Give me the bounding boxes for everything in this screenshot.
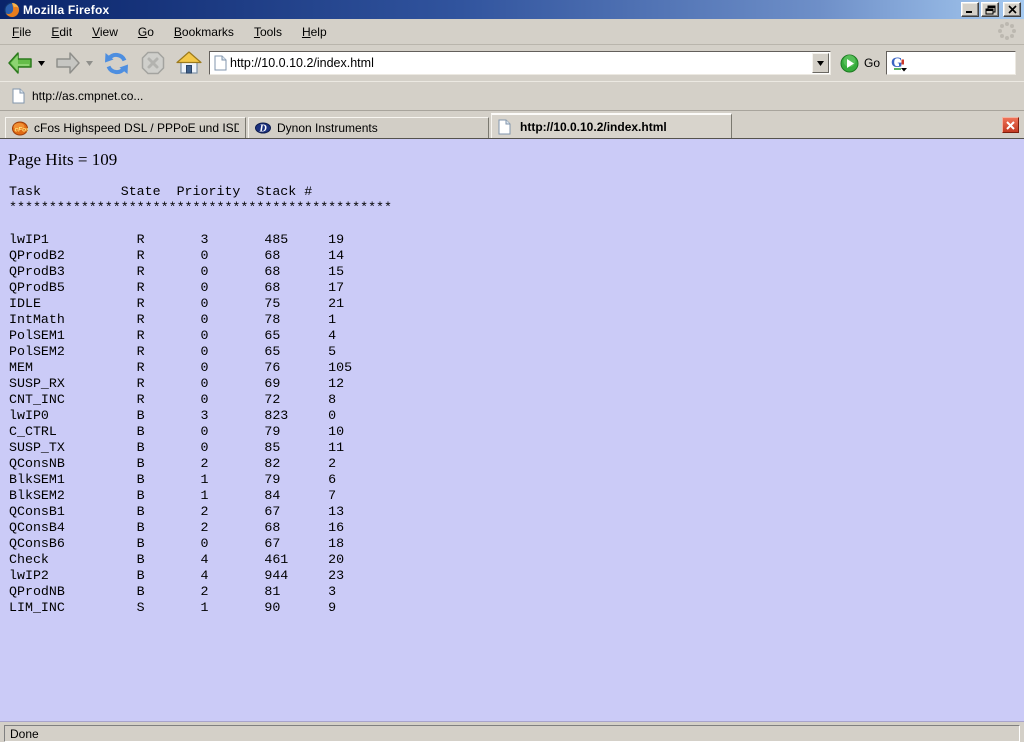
bookmark-item[interactable]: http://as.cmpnet.co... <box>4 85 151 107</box>
menu-edit[interactable]: Edit <box>41 21 82 43</box>
tab-label: http://10.0.10.2/index.html <box>520 120 725 134</box>
firefox-logo-icon <box>4 2 20 18</box>
search-box: G <box>886 51 1016 75</box>
go-button[interactable]: Go <box>838 54 886 73</box>
bookmark-label: http://as.cmpnet.co... <box>32 89 143 103</box>
forward-dropdown-button[interactable] <box>83 47 95 79</box>
tab-label: cFos Highspeed DSL / PPPoE und ISDN CAP.… <box>34 121 239 135</box>
task-table: Task State Priority Stack # ************… <box>0 184 1024 616</box>
menu-go[interactable]: Go <box>128 21 164 43</box>
title-bar: Mozilla Firefox <box>0 0 1024 19</box>
close-button[interactable] <box>1003 2 1021 17</box>
bookmarks-toolbar: http://as.cmpnet.co... <box>0 81 1024 111</box>
minimize-button[interactable] <box>961 2 979 17</box>
status-panel: Done <box>4 725 1020 742</box>
url-bar <box>209 51 831 75</box>
navigation-toolbar: Go G <box>0 45 1024 81</box>
svg-text:D: D <box>259 124 267 135</box>
go-label: Go <box>864 56 880 70</box>
page-icon <box>498 119 514 135</box>
tab-dynon[interactable]: D Dynon Instruments <box>248 117 489 138</box>
menu-file[interactable]: File <box>2 21 41 43</box>
search-input[interactable] <box>908 55 1013 71</box>
status-text: Done <box>10 727 39 741</box>
browser-window: Mozilla Firefox File Edit View Go Bookma… <box>0 0 1024 742</box>
menu-bookmarks[interactable]: Bookmarks <box>164 21 244 43</box>
page-icon <box>214 55 227 71</box>
tab-cfos[interactable]: cFos cFos Highspeed DSL / PPPoE und ISDN… <box>5 117 246 138</box>
window-controls <box>959 2 1021 17</box>
page-content: Page Hits = 109 Task State Priority Stac… <box>0 139 1024 721</box>
go-icon <box>840 54 859 73</box>
restore-button[interactable] <box>981 2 999 17</box>
google-logo-icon[interactable]: G <box>890 54 908 72</box>
cfos-icon: cFos <box>12 120 28 136</box>
tab-label: Dynon Instruments <box>277 121 482 135</box>
home-button[interactable] <box>174 47 204 79</box>
page-icon <box>12 88 25 104</box>
window-title: Mozilla Firefox <box>23 3 959 17</box>
menu-help[interactable]: Help <box>292 21 337 43</box>
tab-bar: cFos cFos Highspeed DSL / PPPoE und ISDN… <box>0 111 1024 139</box>
menu-bar: File Edit View Go Bookmarks Tools Help <box>0 19 1024 45</box>
svg-text:cFos: cFos <box>15 127 29 134</box>
stop-button[interactable] <box>138 47 168 79</box>
close-tab-button[interactable] <box>1002 117 1019 133</box>
tab-active-index-html[interactable]: http://10.0.10.2/index.html <box>491 113 732 138</box>
throbber-icon <box>997 21 1017 41</box>
back-dropdown-button[interactable] <box>35 47 47 79</box>
back-button[interactable] <box>5 47 35 79</box>
url-dropdown-button[interactable] <box>812 53 829 73</box>
url-input[interactable] <box>227 54 812 72</box>
menu-view[interactable]: View <box>82 21 128 43</box>
status-bar: Done <box>0 721 1024 746</box>
forward-button[interactable] <box>53 47 83 79</box>
dynon-icon: D <box>255 120 271 136</box>
page-hits-text: Page Hits = 109 <box>0 139 1024 170</box>
reload-button[interactable] <box>101 47 132 79</box>
menu-tools[interactable]: Tools <box>244 21 292 43</box>
